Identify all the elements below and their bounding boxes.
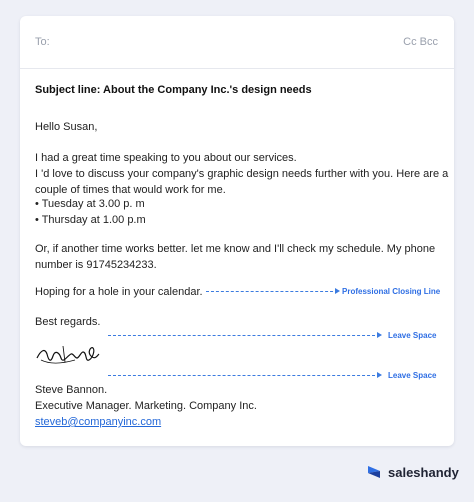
closing-line: Hoping for a hole in your calendar. bbox=[35, 284, 203, 300]
greeting: Hello Susan, bbox=[35, 119, 97, 135]
time-options-list: • Tuesday at 3.00 p. m • Thursday at 1.0… bbox=[35, 196, 146, 228]
list-item: • Tuesday at 3.00 p. m bbox=[35, 198, 145, 210]
subject-line: Subject line: About the Company Inc.'s d… bbox=[35, 84, 312, 96]
annotation-arrow-line bbox=[108, 335, 380, 336]
paragraph-intro: I had a great time speaking to you about… bbox=[35, 150, 448, 198]
list-item: • Thursday at 1.00 p.m bbox=[35, 214, 146, 226]
cc-bcc-toggle[interactable]: Cc Bcc bbox=[403, 36, 438, 48]
paragraph-schedule: Or, if another time works better. let me… bbox=[35, 241, 435, 273]
annotation-leave-space: Leave Space bbox=[388, 331, 437, 340]
sender-name: Steve Bannon. bbox=[35, 384, 108, 396]
email-card: To: Cc Bcc Subject line: About the Compa… bbox=[20, 16, 454, 446]
annotation-arrow-line bbox=[108, 375, 380, 376]
sender-email-link[interactable]: steveb@companyinc.com bbox=[35, 414, 257, 430]
annotation-arrow-line bbox=[206, 291, 338, 292]
paragraph-line: Or, if another time works better. let me… bbox=[35, 243, 436, 255]
annotation-closing: Professional Closing Line bbox=[342, 287, 441, 296]
paragraph-line: I 'd love to discuss your company's grap… bbox=[35, 168, 449, 180]
brand-name: saleshandy bbox=[388, 464, 459, 480]
recipient-row[interactable]: To: Cc Bcc bbox=[20, 16, 454, 69]
paragraph-line: number is 91745234233. bbox=[35, 259, 157, 271]
saleshandy-logo-icon bbox=[368, 466, 380, 478]
sender-block: Steve Bannon. Executive Manager. Marketi… bbox=[35, 382, 257, 430]
saleshandy-logo: saleshandy bbox=[366, 464, 459, 480]
arrow-right-icon bbox=[335, 288, 340, 294]
handwritten-signature bbox=[36, 345, 100, 364]
closing-line-text: Hoping for a hole in your calendar. bbox=[35, 286, 203, 298]
annotation-leave-space: Leave Space bbox=[388, 371, 437, 380]
greeting-text: Hello Susan, bbox=[35, 121, 98, 133]
paragraph-line: I had a great time speaking to you about… bbox=[35, 152, 297, 164]
signoff-text: Best regards. bbox=[35, 316, 101, 328]
to-label: To: bbox=[35, 36, 50, 48]
arrow-right-icon bbox=[377, 332, 382, 338]
arrow-right-icon bbox=[377, 372, 382, 378]
signoff: Best regards. bbox=[35, 314, 100, 330]
sender-title: Executive Manager. Marketing. Company In… bbox=[35, 400, 257, 412]
